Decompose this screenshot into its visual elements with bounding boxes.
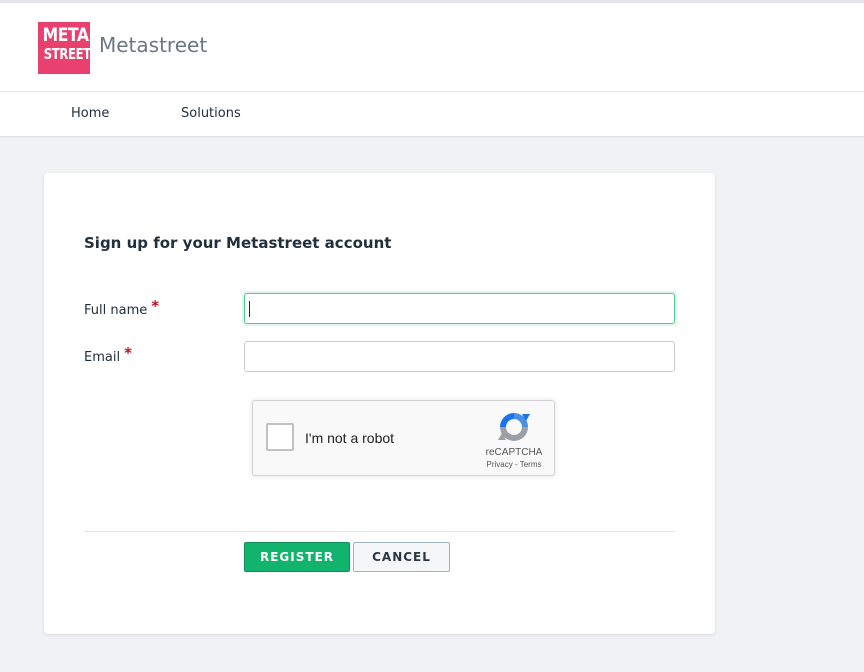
metastreet-logo[interactable]: META STREET xyxy=(38,22,91,74)
recaptcha-checkbox[interactable] xyxy=(266,423,294,451)
required-marker: * xyxy=(151,297,160,315)
recaptcha-widget: I'm not a robot reCAPTCHA Privacy - Term… xyxy=(252,400,555,476)
signup-card: Sign up for your Metastreet account Full… xyxy=(44,173,715,634)
nav-solutions[interactable]: Solutions xyxy=(181,106,241,121)
full-name-label: Full name * xyxy=(84,297,160,318)
recaptcha-label: I'm not a robot xyxy=(305,430,395,446)
recaptcha-brand: reCAPTCHA xyxy=(485,447,543,458)
cancel-button[interactable]: CANCEL xyxy=(353,542,450,572)
site-header: META STREET Metastreet xyxy=(0,3,864,92)
site-name[interactable]: Metastreet xyxy=(99,33,207,57)
email-input[interactable] xyxy=(244,341,675,372)
logo-line-2: STREET xyxy=(43,45,91,63)
nav-home[interactable]: Home xyxy=(71,106,109,121)
recaptcha-logo-icon xyxy=(498,413,530,441)
email-label: Email * xyxy=(84,344,132,365)
full-name-label-text: Full name xyxy=(84,303,148,318)
text-cursor xyxy=(249,301,250,317)
email-label-text: Email xyxy=(84,350,121,365)
register-button[interactable]: REGISTER xyxy=(244,542,350,572)
required-marker: * xyxy=(124,344,132,362)
main-nav: Home Solutions xyxy=(0,92,864,137)
logo-line-1: META xyxy=(42,24,89,46)
page-title: Sign up for your Metastreet account xyxy=(84,234,392,252)
full-name-input[interactable] xyxy=(244,293,675,324)
recaptcha-privacy-terms[interactable]: Privacy - Terms xyxy=(477,460,551,469)
form-divider xyxy=(84,531,675,532)
